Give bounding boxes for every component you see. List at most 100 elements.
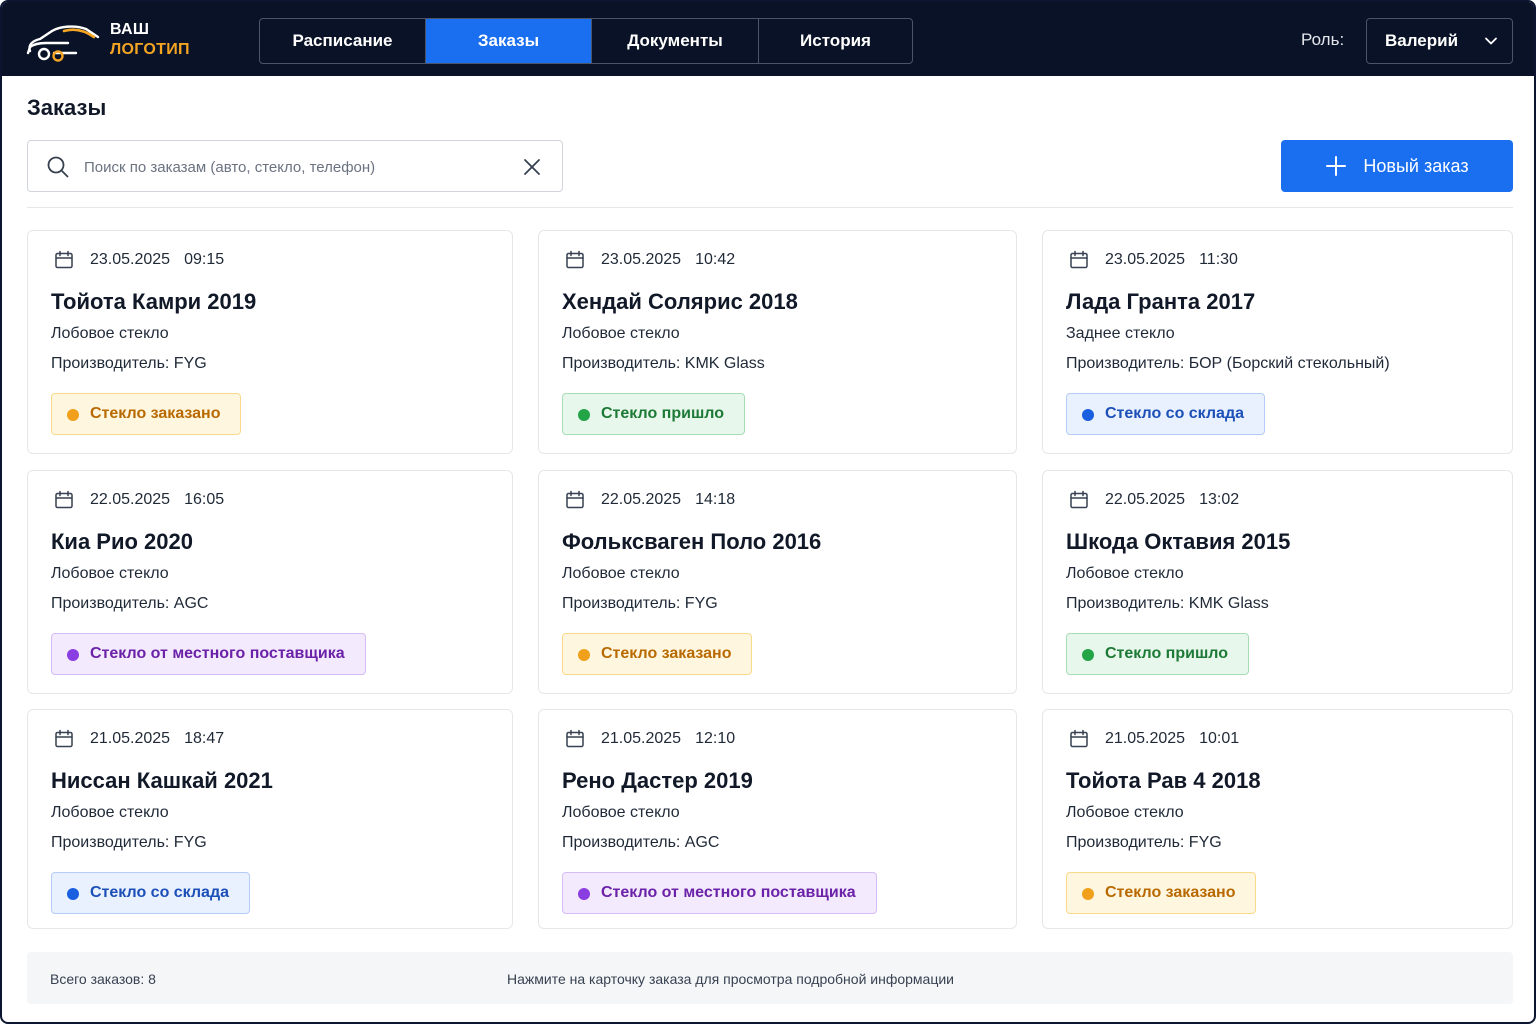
status-label: Стекло пришло <box>1105 645 1228 662</box>
status-label: Стекло заказано <box>1105 884 1236 901</box>
order-manufacturer: Производитель: KMK Glass <box>562 355 765 372</box>
order-date-row: 21.05.2025 12:10 <box>565 729 735 749</box>
status-badge: Стекло со склада <box>51 872 250 914</box>
status-badge: Стекло пришло <box>1066 633 1249 675</box>
order-glass-type: Лобовое стекло <box>562 565 680 582</box>
order-date: 22.05.2025 <box>90 491 171 508</box>
order-date: 23.05.2025 <box>90 251 171 268</box>
order-car: Лада Гранта 2017 <box>1066 289 1256 314</box>
order-card[interactable]: 21.05.2025 10:01 Тойота Рав 4 2018 Лобов… <box>1042 709 1513 929</box>
order-card[interactable]: 23.05.2025 10:42 Хендай Солярис 2018 Лоб… <box>538 230 1017 454</box>
logo-text: ВАШ ЛОГОТИП <box>110 20 190 60</box>
calendar-icon <box>55 490 73 509</box>
chevron-down-icon <box>1485 37 1497 45</box>
status-badge: Стекло заказано <box>1066 872 1257 914</box>
status-dot <box>67 649 79 661</box>
order-card[interactable]: 23.05.2025 11:30 Лада Гранта 2017 Заднее… <box>1042 230 1513 454</box>
order-time: 14:18 <box>695 491 736 508</box>
order-date: 21.05.2025 <box>601 730 682 747</box>
status-badge: Стекло от местного поставщика <box>562 872 877 914</box>
status-badge: Стекло со склада <box>1066 393 1265 435</box>
order-date-row: 21.05.2025 18:47 <box>54 729 224 749</box>
new-order-label: Новый заказ <box>1363 155 1469 176</box>
logo-line-1: ВАШ <box>110 21 150 38</box>
order-card[interactable]: 21.05.2025 12:10 Рено Дастер 2019 Лобово… <box>538 709 1017 929</box>
order-car: Киа Рио 2020 <box>51 529 193 554</box>
status-label: Стекло заказано <box>601 645 732 662</box>
order-car: Тойота Рав 4 2018 <box>1066 768 1261 793</box>
status-dot <box>1082 888 1094 900</box>
order-manufacturer: Производитель: FYG <box>51 355 207 372</box>
order-card[interactable]: 23.05.2025 09:15 Тойота Камри 2019 Лобов… <box>27 230 513 454</box>
search-input[interactable] <box>84 153 514 181</box>
page-title: Заказы <box>27 95 107 120</box>
order-card[interactable]: 22.05.2025 16:05 Киа Рио 2020 Лобовое ст… <box>27 470 513 694</box>
calendar-icon <box>1070 729 1088 748</box>
order-time: 12:10 <box>695 730 736 747</box>
close-icon[interactable] <box>522 157 542 177</box>
order-date-row: 22.05.2025 13:02 <box>1069 490 1239 510</box>
order-manufacturer: Производитель: БОР (Борский стекольный) <box>1066 355 1390 372</box>
order-glass-type: Лобовое стекло <box>1066 565 1184 582</box>
calendar-icon <box>566 250 584 269</box>
order-glass-type: Лобовое стекло <box>51 565 169 582</box>
status-label: Стекло пришло <box>601 405 724 422</box>
order-glass-type: Лобовое стекло <box>51 325 169 342</box>
calendar-icon <box>1070 490 1088 509</box>
new-order-button[interactable]: Новый заказ <box>1281 140 1513 192</box>
status-label: Стекло от местного поставщика <box>90 645 345 662</box>
order-glass-type: Лобовое стекло <box>1066 804 1184 821</box>
status-badge: Стекло заказано <box>51 393 242 435</box>
order-glass-type: Лобовое стекло <box>562 325 680 342</box>
status-label: Стекло заказано <box>90 405 221 422</box>
calendar-icon <box>55 729 73 748</box>
order-car: Шкода Октавия 2015 <box>1066 529 1291 554</box>
order-date: 21.05.2025 <box>1105 730 1186 747</box>
status-badge: Стекло заказано <box>562 633 753 675</box>
order-card[interactable]: 22.05.2025 14:18 Фольксваген Поло 2016 Л… <box>538 470 1017 694</box>
calendar-icon <box>1070 250 1088 269</box>
logo[interactable]: ВАШ ЛОГОТИП <box>24 16 204 64</box>
order-date: 21.05.2025 <box>90 730 171 747</box>
order-card[interactable]: 21.05.2025 18:47 Ниссан Кашкай 2021 Лобо… <box>27 709 513 929</box>
order-glass-type: Заднее стекло <box>1066 325 1175 342</box>
status-dot <box>578 888 590 900</box>
order-glass-type: Лобовое стекло <box>562 804 680 821</box>
order-time: 11:30 <box>1199 251 1238 268</box>
order-date-row: 23.05.2025 11:30 <box>1069 250 1238 270</box>
order-date: 22.05.2025 <box>601 491 682 508</box>
tab-documents[interactable]: Документы <box>592 19 759 63</box>
tab-history[interactable]: История <box>759 19 912 63</box>
order-date-row: 22.05.2025 16:05 <box>54 490 224 510</box>
status-badge: Стекло пришло <box>562 393 745 435</box>
calendar-icon <box>566 729 584 748</box>
order-manufacturer: Производитель: FYG <box>562 595 718 612</box>
order-date-row: 21.05.2025 10:01 <box>1069 729 1239 749</box>
calendar-icon <box>566 490 584 509</box>
order-date-row: 22.05.2025 14:18 <box>565 490 735 510</box>
status-dot <box>67 888 79 900</box>
main-nav: Расписание Заказы Документы История <box>259 18 913 64</box>
order-time: 18:47 <box>184 730 225 747</box>
search-box <box>27 140 563 192</box>
order-time: 10:01 <box>1199 730 1240 747</box>
order-date-row: 23.05.2025 09:15 <box>54 250 224 270</box>
search-icon <box>47 156 69 178</box>
order-date: 23.05.2025 <box>1105 251 1186 268</box>
order-manufacturer: Производитель: AGC <box>562 834 720 851</box>
order-manufacturer: Производитель: FYG <box>51 834 207 851</box>
tab-orders[interactable]: Заказы <box>426 19 592 63</box>
status-label: Стекло со склада <box>90 884 229 901</box>
order-manufacturer: Производитель: AGC <box>51 595 209 612</box>
car-logo-icon <box>26 25 100 62</box>
order-car: Хендай Солярис 2018 <box>562 289 798 314</box>
status-footer: Всего заказов: 8 Нажмите на карточку зак… <box>27 952 1513 1004</box>
order-time: 13:02 <box>1199 491 1240 508</box>
order-time: 09:15 <box>184 251 225 268</box>
order-card[interactable]: 22.05.2025 13:02 Шкода Октавия 2015 Лобо… <box>1042 470 1513 694</box>
role-select[interactable]: Валерий <box>1366 18 1513 64</box>
tab-schedule[interactable]: Расписание <box>260 19 426 63</box>
order-car: Тойота Камри 2019 <box>51 289 257 314</box>
status-label: Стекло со склада <box>1105 405 1244 422</box>
plus-icon <box>1326 156 1347 176</box>
